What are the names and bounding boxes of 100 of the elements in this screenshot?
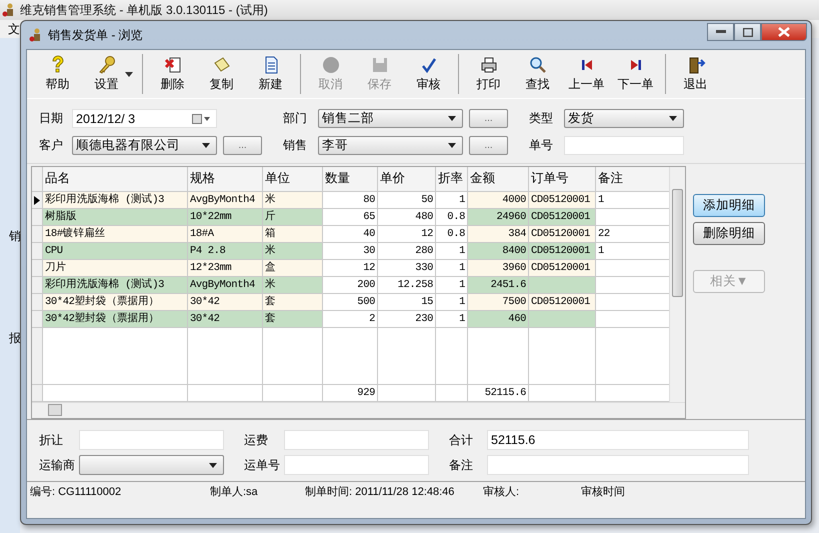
toolbar-button[interactable]: 删除 (148, 52, 197, 96)
toolbar-button[interactable]: 查找 (513, 52, 562, 96)
menu-item[interactable]: 文 (8, 22, 20, 36)
maximize-button[interactable] (734, 23, 761, 41)
browse-button[interactable]: ... (223, 136, 262, 155)
column-header[interactable]: 订单号 (529, 167, 596, 191)
table-cell: 3960 (468, 260, 529, 276)
table-cell: CD05120001 (529, 260, 596, 276)
dropdown-arrow-icon (669, 116, 677, 121)
dropdown-field[interactable] (79, 455, 224, 475)
side-label: 销 (9, 228, 21, 245)
vertical-scrollbar[interactable] (669, 167, 685, 402)
status-text: 制单时间: 2011/11/28 12:48:46 (305, 484, 456, 498)
column-header[interactable]: 单位 (263, 167, 323, 191)
circle-icon (320, 55, 340, 75)
field-label: 折让 (39, 432, 64, 448)
field-label: 客户 (39, 137, 64, 154)
table-cell: 套 (263, 294, 323, 310)
field-label: 日期 (39, 110, 64, 127)
toolbar-button[interactable]: 打印 (464, 52, 513, 96)
dropdown-field[interactable]: 李哥 (318, 136, 463, 155)
dropdown-field[interactable]: 销售二部 (318, 109, 463, 128)
close-icon (778, 27, 790, 37)
column-header[interactable]: 数量 (323, 167, 378, 191)
delete-icon (162, 55, 182, 75)
toolbar-button[interactable]: 复制 (197, 52, 246, 96)
table-cell: 24960 (468, 209, 529, 225)
table-cell: CPU (43, 243, 188, 259)
table-row[interactable]: 树脂版 10*22mm 斤 65 480 0.8 24960 CD05120001 (32, 209, 669, 226)
total-cell: 929 (323, 385, 378, 401)
field-label: 销售 (283, 137, 308, 154)
minimize-icon (716, 30, 726, 34)
table-cell: 斤 (263, 209, 323, 225)
search-icon (528, 55, 548, 75)
field-label: 备注 (449, 456, 474, 474)
toolbar-button[interactable]: 帮助 (33, 52, 82, 96)
table-row[interactable]: 彩印用洗版海棉 (测试)3 AvgByMonth4 米 80 50 1 4000 CD05120001 1 (32, 192, 669, 209)
table-cell: CD05120001 (529, 294, 596, 310)
input-field[interactable] (79, 430, 224, 450)
input-field[interactable] (564, 136, 684, 155)
key-icon (96, 55, 116, 75)
column-header[interactable]: 折率 (436, 167, 468, 191)
table-row[interactable]: 18#镀锌扁丝 18#A 箱 40 12 0.8 384 CD05120001 22 (32, 226, 669, 243)
person-icon (29, 28, 43, 42)
input-field[interactable] (487, 455, 749, 475)
calendar-icon[interactable] (192, 114, 210, 124)
toolbar-button[interactable]: 新建 (246, 52, 295, 96)
status-text: 编号: CG11110002 (30, 484, 122, 498)
table-cell: AvgByMonth4 (188, 192, 263, 208)
table-cell: P4 2.8 (188, 243, 263, 259)
column-header[interactable]: 金额 (468, 167, 529, 191)
table-row[interactable]: 30*42塑封袋（票据用） 30*42 套 2 230 1 460 (32, 311, 669, 328)
browse-button[interactable]: ... (469, 136, 508, 155)
table-cell: 30*42塑封袋（票据用） (43, 294, 188, 310)
table-cell: 7500 (468, 294, 529, 310)
table-cell: 30*42塑封袋（票据用） (43, 311, 188, 327)
table-cell: 米 (263, 277, 323, 293)
column-header[interactable]: 品名 (43, 167, 188, 191)
table-row[interactable]: 彩印用洗版海棉 (测试)3 AvgByMonth4 米 200 12.258 1 2451.6 (32, 277, 669, 294)
input-field[interactable]: 52115.6 (487, 430, 749, 450)
dropdown-arrow-icon (202, 143, 210, 148)
side-label: 报 (9, 330, 21, 347)
table-cell: 30*42 (188, 294, 263, 310)
horizontal-scrollbar[interactable] (32, 402, 685, 418)
table-cell: CD05120001 (529, 226, 596, 242)
table-cell: 彩印用洗版海棉 (测试)3 (43, 277, 188, 293)
table-cell: 460 (468, 311, 529, 327)
app-title-text: 维克销售管理系统 - 单机版 3.0.130115 - (试用) (20, 2, 268, 18)
minimize-button[interactable] (707, 23, 734, 41)
table-row[interactable]: 刀片 12*23mm 盒 12 330 1 3960 CD05120001 (32, 260, 669, 277)
toolbar-button[interactable]: 退出 (671, 52, 720, 96)
toolbar-button[interactable]: 上一单 (562, 52, 611, 96)
toolbar-button[interactable]: 审核 (404, 52, 453, 96)
dropdown-field[interactable]: 发货 (564, 109, 684, 128)
table-cell: AvgByMonth4 (188, 277, 263, 293)
table-cell: 套 (263, 311, 323, 327)
close-button[interactable] (761, 23, 807, 41)
column-header[interactable]: 单价 (378, 167, 436, 191)
table-cell: 8400 (468, 243, 529, 259)
toolbar-button[interactable]: 下一单 (611, 52, 660, 96)
toolbar-button[interactable]: 设置 (82, 52, 131, 96)
table-row[interactable]: 30*42塑封袋（票据用） 30*42 套 500 15 1 7500 CD05120001 (32, 294, 669, 311)
status-text: 审核人: (483, 484, 520, 498)
action-button[interactable]: 删除明细 (693, 222, 765, 245)
date-field[interactable]: 2012/12/ 3 (72, 109, 217, 128)
dropdown-field[interactable]: 顺德电器有限公司 (72, 136, 217, 155)
row-header[interactable] (32, 192, 43, 208)
table-cell: 10*22mm (188, 209, 263, 225)
column-header[interactable]: 规格 (188, 167, 263, 191)
input-field[interactable] (284, 430, 429, 450)
field-label: 部门 (283, 110, 308, 127)
field-label: 单号 (529, 137, 554, 154)
action-button[interactable]: 添加明细 (693, 194, 765, 217)
input-field[interactable] (284, 455, 429, 475)
dropdown-arrow-icon[interactable] (125, 72, 133, 76)
table-row[interactable]: CPU P4 2.8 米 30 280 1 8400 CD05120001 1 (32, 243, 669, 260)
browse-button[interactable]: ... (469, 109, 508, 128)
table-cell: CD05120001 (529, 243, 596, 259)
total-cell: 52115.6 (468, 385, 529, 401)
table-cell: 彩印用洗版海棉 (测试)3 (43, 192, 188, 208)
